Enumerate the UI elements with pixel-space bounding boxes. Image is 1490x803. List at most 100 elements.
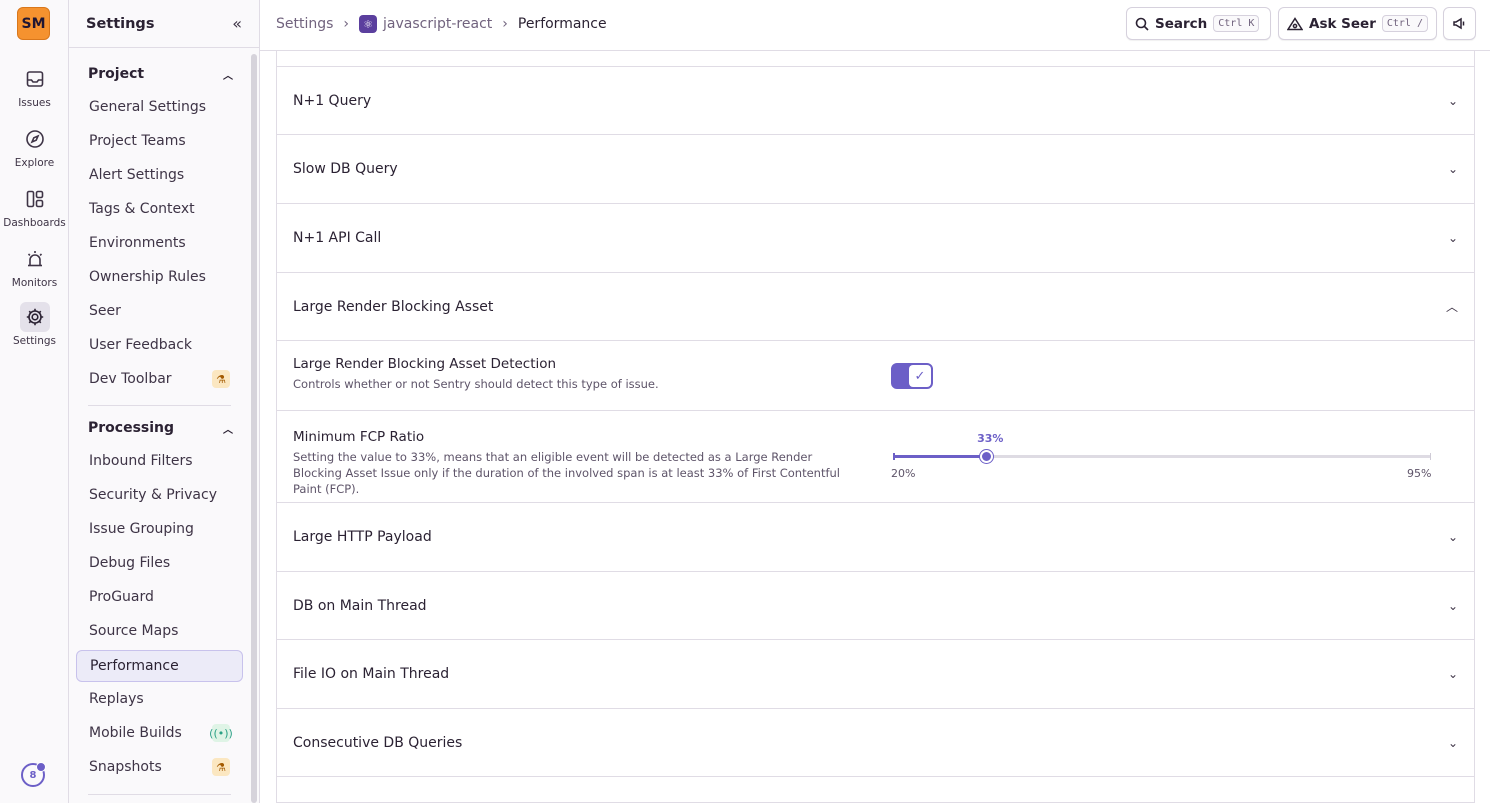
field-detection-toggle: Large Render Blocking Asset Detection Co… [277, 341, 1474, 411]
sidebar-item-inbound-filters[interactable]: Inbound Filters [76, 445, 243, 477]
siren-icon [20, 244, 50, 274]
chevron-up-icon: ︿ [223, 424, 233, 436]
sidebar-item-snapshots[interactable]: Snapshots ⚗ [76, 751, 243, 783]
accordion-title: Slow DB Query [293, 161, 398, 177]
rail-item-explore[interactable]: Explore [0, 124, 69, 169]
sidebar-scrollbar[interactable] [251, 54, 257, 803]
chevron-down-icon: ⌄ [1447, 162, 1458, 176]
collapse-sidebar-icon[interactable]: « [232, 14, 242, 33]
breadcrumb-project[interactable]: ⚛ javascript-react [359, 15, 492, 33]
sidebar-item-source-maps[interactable]: Source Maps [76, 615, 243, 647]
section-divider [88, 794, 231, 795]
slider-tick-end [1430, 453, 1431, 460]
project-platform-icon: ⚛ [359, 15, 378, 33]
sidebar-item-environments[interactable]: Environments [76, 227, 243, 259]
breadcrumb-settings[interactable]: Settings [276, 16, 333, 32]
sidebar-item-mobile-builds[interactable]: Mobile Builds ((•)) [76, 717, 243, 749]
megaphone-icon [1453, 17, 1465, 30]
chevron-down-icon: ⌄ [1447, 93, 1458, 108]
sidebar-item-label: Environments [89, 235, 186, 251]
sidebar-item-dev-toolbar[interactable]: Dev Toolbar ⚗ [76, 363, 243, 395]
sidebar-item-tags-context[interactable]: Tags & Context [76, 193, 243, 225]
sidebar-item-label: ProGuard [89, 589, 154, 605]
slider-fill [893, 455, 987, 458]
sidebar-item-alert-settings[interactable]: Alert Settings [76, 159, 243, 191]
sidebar-item-security-privacy[interactable]: Security & Privacy [76, 479, 243, 511]
search-button[interactable]: Search Ctrl K [1126, 7, 1271, 40]
field-minimum-fcp-ratio: Minimum FCP Ratio Setting the value to 3… [277, 411, 1474, 503]
accordion-large-render-blocking-asset[interactable]: Large Render Blocking Asset ︿ [277, 273, 1474, 341]
field-label: Large Render Blocking Asset Detection [293, 356, 557, 372]
accordion-db-on-main-thread[interactable]: DB on Main Thread ⌄ [277, 572, 1474, 640]
accordion-title: Large HTTP Payload [293, 529, 432, 545]
field-help: Setting the value to 33%, means that an … [293, 450, 840, 496]
accordion-file-io-on-main-thread[interactable]: File IO on Main Thread ⌄ [277, 640, 1474, 709]
accordion-title: File IO on Main Thread [293, 666, 450, 682]
settings-sidebar: Settings « Project ︿ General Settings Pr… [69, 0, 260, 803]
section-project[interactable]: Project ︿ [88, 66, 233, 82]
chevron-down-icon: ⌄ [1447, 530, 1458, 544]
rail-item-dashboards[interactable]: Dashboards [0, 184, 69, 229]
sidebar-item-label: Ownership Rules [89, 269, 206, 285]
sidebar-item-debug-files[interactable]: Debug Files [76, 547, 243, 579]
sidebar-item-performance[interactable]: Performance [76, 650, 243, 682]
sidebar-item-ownership-rules[interactable]: Ownership Rules [76, 261, 243, 293]
slider-value-label: 33% [977, 432, 1004, 445]
chevron-right-icon: › [502, 16, 508, 32]
sidebar-item-label: Performance [90, 658, 179, 674]
ask-seer-button[interactable]: Ask Seer Ctrl / [1278, 7, 1437, 40]
slider-max-label: 95% [1407, 467, 1432, 480]
sidebar-item-proguard[interactable]: ProGuard [76, 581, 243, 613]
accordion-title: N+1 Query [293, 92, 372, 109]
whats-new-button[interactable] [1443, 7, 1476, 40]
accordion-consecutive-db-queries[interactable]: Consecutive DB Queries ⌄ [277, 709, 1474, 777]
fcp-slider[interactable] [893, 450, 1431, 463]
main-content: N+1 Query ⌄ Slow DB Query ⌄ N+1 API Call… [276, 51, 1475, 803]
check-icon: ✓ [909, 365, 931, 387]
section-processing[interactable]: Processing ︿ [88, 420, 233, 436]
rail-item-issues[interactable]: Issues [0, 64, 69, 109]
sidebar-item-user-feedback[interactable]: User Feedback [76, 329, 243, 361]
rail-item-monitors[interactable]: Monitors [0, 244, 69, 289]
sidebar-item-project-teams[interactable]: Project Teams [76, 125, 243, 157]
accordion-title: Consecutive DB Queries [293, 734, 463, 751]
detection-toggle[interactable]: ✓ [891, 363, 933, 389]
gear-icon [19, 302, 50, 332]
onboarding-progress-icon[interactable]: 8 [21, 762, 46, 787]
accordion-n1-query[interactable]: N+1 Query ⌄ [277, 67, 1474, 135]
accordion-n1-api-call[interactable]: N+1 API Call ⌄ [277, 204, 1474, 273]
accordion-title: DB on Main Thread [293, 597, 427, 614]
accordion-large-http-payload[interactable]: Large HTTP Payload ⌄ [277, 503, 1474, 572]
broadcast-icon: ((•)) [209, 724, 233, 742]
slider-thumb[interactable] [980, 450, 994, 463]
chevron-down-icon: ⌄ [1447, 231, 1458, 245]
chevron-down-icon: ⌄ [1447, 667, 1458, 681]
field-label: Minimum FCP Ratio [293, 429, 425, 445]
chevron-up-icon: ︿ [1445, 300, 1458, 314]
sidebar-item-label: Snapshots [89, 759, 162, 775]
sidebar-item-label: User Feedback [89, 337, 193, 353]
icon-rail: SM Issues Explore Dashboards Monitors Se… [0, 0, 69, 803]
sidebar-item-label: Project Teams [89, 133, 186, 149]
sidebar-item-general-settings[interactable]: General Settings [76, 91, 243, 123]
sidebar-item-issue-grouping[interactable]: Issue Grouping [76, 513, 243, 545]
inbox-icon [20, 64, 50, 94]
breadcrumb: Settings › ⚛ javascript-react › Performan… [276, 15, 607, 33]
field-help: Controls whether or not Sentry should de… [293, 377, 659, 391]
rail-label: Issues [18, 97, 51, 109]
sidebar-item-label: Alert Settings [89, 167, 185, 183]
top-bar: Settings › ⚛ javascript-react › Performan… [260, 0, 1490, 51]
search-shortcut: Ctrl K [1213, 15, 1260, 32]
sidebar-item-replays[interactable]: Replays [76, 683, 243, 715]
detector-settings-panel: N+1 Query ⌄ Slow DB Query ⌄ N+1 API Call… [276, 51, 1475, 803]
org-avatar[interactable]: SM [17, 7, 50, 40]
compass-icon [20, 124, 50, 154]
sidebar-item-label: Source Maps [89, 623, 179, 639]
seer-eye-icon [1287, 16, 1303, 30]
ask-seer-shortcut: Ctrl / [1381, 15, 1428, 32]
beta-flask-icon: ⚗ [212, 370, 230, 388]
sidebar-item-seer[interactable]: Seer [76, 295, 243, 327]
rail-item-settings[interactable]: Settings [0, 302, 69, 347]
accordion-slow-db-query[interactable]: Slow DB Query ⌄ [277, 135, 1474, 204]
sidebar-header: Settings « [69, 0, 259, 48]
